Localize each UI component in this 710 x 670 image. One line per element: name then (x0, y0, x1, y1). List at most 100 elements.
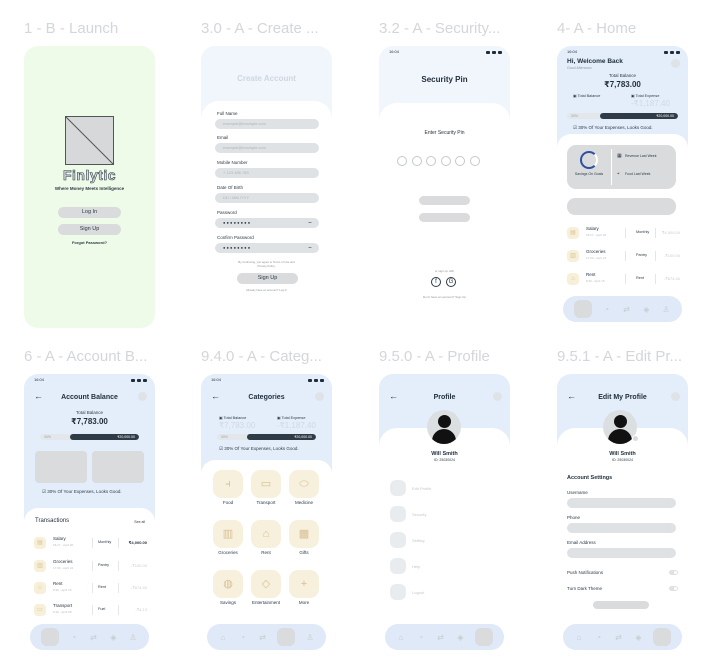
push-notifications-toggle[interactable] (669, 570, 678, 575)
period-tabs[interactable] (567, 198, 676, 215)
nav-analysis-icon[interactable]: ◔ (238, 632, 248, 642)
nav-home-icon[interactable]: ⌂ (218, 632, 228, 642)
nav-transfer-icon[interactable]: ⇄ (257, 632, 267, 642)
nav-transfer-icon[interactable]: ⇄ (613, 632, 623, 642)
notification-bell-icon[interactable] (671, 59, 680, 68)
nav-home-icon[interactable]: ⌂ (396, 632, 406, 642)
edit-profile-icon[interactable] (390, 480, 406, 496)
category-gifts-tile[interactable]: ▩ (289, 520, 319, 548)
see-all-link[interactable]: See all (134, 520, 145, 524)
tx-time: 9:30 - April 08 (53, 610, 72, 614)
nav-analysis-icon[interactable]: ◔ (416, 632, 426, 642)
nav-profile-icon[interactable]: ♙ (128, 632, 138, 642)
phone-input[interactable] (567, 523, 676, 533)
full-name-input[interactable]: example@example.com (215, 119, 319, 129)
category-savings-tile[interactable]: ◍ (213, 570, 243, 598)
menu-security[interactable]: Security (412, 512, 426, 517)
category-entertainment-tile[interactable]: ◇ (251, 570, 281, 598)
email-input[interactable]: example@example.com (215, 143, 319, 153)
logout-icon[interactable] (390, 584, 406, 600)
table-row[interactable]: ⌂ Rent 8:30 - April 15 Rent -₹674.40 (34, 581, 147, 597)
signup-hint-link[interactable]: Don't have an account? Sign Up (379, 295, 510, 299)
launch-screen: Finlytic Where Money Meets Intelligence … (24, 46, 155, 328)
category-more-tile[interactable]: + (289, 570, 319, 598)
notification-bell-icon[interactable] (138, 392, 147, 401)
tx-amount: -₹674.40 (130, 585, 147, 590)
table-row[interactable]: ▥ Groceries 17:00 - April 24 Pantry -₹10… (34, 559, 147, 575)
field-label-confirm-password: Confirm Password (217, 235, 254, 240)
send-again-button[interactable] (419, 213, 470, 222)
table-row[interactable]: ⌂ Rent 8:30 - April 15 Rent -₹674.40 (567, 272, 680, 288)
notification-bell-icon[interactable] (315, 392, 324, 401)
eye-closed-icon[interactable]: ⌣ (308, 218, 312, 228)
rent-icon: ⌂ (567, 273, 579, 285)
income-card[interactable] (35, 451, 87, 483)
account-total-label: Total Balance (75, 410, 104, 415)
frame-title-edit: 9.5.1 - A - Edit Pr... (557, 348, 683, 365)
category-medicine-tile[interactable]: ⬭ (289, 470, 319, 498)
menu-logout[interactable]: Logout (412, 590, 424, 595)
table-row[interactable]: ▤ Salary 18:27 - April 30 Monthly ₹4,000… (567, 226, 680, 242)
nav-profile-icon[interactable] (475, 628, 494, 646)
google-icon[interactable]: G (446, 277, 456, 287)
nav-transfer-icon[interactable]: ⇄ (435, 632, 445, 642)
notification-bell-icon[interactable] (493, 392, 502, 401)
eye-closed-icon[interactable]: ⌣ (308, 243, 312, 253)
confirm-password-input[interactable]: ● ● ● ● ● ● ● ● (215, 243, 319, 253)
cat-expense-note: ☑ 30% Of Your Expenses, Looks Good. (219, 446, 299, 452)
table-row[interactable]: ▭ Transport 9:30 - April 08 Fuel -₹4.13 (34, 603, 147, 619)
category-groceries-label: Groceries (218, 550, 238, 555)
login-hint-link[interactable]: Already have an account? Log In (201, 288, 332, 292)
login-button[interactable]: Log In (58, 207, 121, 218)
dob-input[interactable]: DD / MM /YYY (215, 193, 319, 203)
category-food-tile[interactable]: ⫞ (213, 470, 243, 498)
pin-dots[interactable] (397, 156, 480, 166)
security-icon[interactable] (390, 506, 406, 522)
nav-transfer-icon[interactable]: ⇄ (621, 304, 631, 314)
dark-theme-toggle[interactable] (669, 586, 678, 591)
help-icon[interactable] (390, 558, 406, 574)
update-profile-button[interactable] (593, 601, 649, 609)
table-row[interactable]: ▤ Salary 18:27 - April 30 Monthly ₹4,000… (34, 536, 147, 552)
username-input[interactable] (567, 498, 676, 508)
menu-help[interactable]: Help (412, 564, 420, 569)
savings-goal-card[interactable]: Savings On Goals ▦ Revenue Last Week ⫞ F… (567, 145, 676, 189)
camera-icon[interactable] (632, 435, 639, 442)
password-input[interactable]: ● ● ● ● ● ● ● ● (215, 218, 319, 228)
status-icons (486, 49, 502, 55)
nav-layers-icon[interactable]: ◈ (455, 632, 465, 642)
nav-home-icon[interactable] (40, 628, 59, 646)
category-rent-tile[interactable]: ⌂ (251, 520, 281, 548)
nav-layers-icon[interactable]: ◈ (641, 304, 651, 314)
facebook-icon[interactable]: f (431, 277, 441, 287)
enter-pin-label: Enter Security Pin (424, 130, 465, 136)
category-groceries-tile[interactable]: ▥ (213, 520, 243, 548)
table-row[interactable]: ▥ Groceries 17:00 - April 24 Pantry -₹10… (567, 249, 680, 265)
category-transport-tile[interactable]: ▭ (251, 470, 281, 498)
accept-button[interactable] (419, 196, 470, 205)
email-input[interactable] (567, 548, 676, 558)
nav-home-icon[interactable]: ⌂ (574, 632, 584, 642)
nav-analysis-icon[interactable]: ◔ (69, 632, 79, 642)
nav-layers-icon[interactable]: ◈ (108, 632, 118, 642)
mobile-input[interactable]: + 123 456 789 (215, 168, 319, 178)
menu-edit-profile[interactable]: Edit Profile (412, 486, 431, 491)
nav-profile-icon[interactable] (653, 628, 672, 646)
create-signup-button[interactable]: Sign Up (237, 273, 298, 284)
nav-layers-icon[interactable] (277, 628, 296, 646)
nav-profile-icon[interactable]: ♙ (305, 632, 315, 642)
nav-analysis-icon[interactable]: ◔ (594, 632, 604, 642)
nav-layers-icon[interactable]: ◈ (633, 632, 643, 642)
notification-bell-icon[interactable] (671, 392, 680, 401)
signup-button[interactable]: Sign Up (58, 224, 121, 235)
tx-name: Transport (53, 603, 73, 608)
menu-setting[interactable]: Setting (412, 538, 424, 543)
forgot-password-link[interactable]: Forgot Password? (24, 240, 155, 245)
nav-home-icon[interactable] (573, 300, 592, 318)
nav-analysis-icon[interactable]: ◔ (602, 304, 612, 314)
nav-transfer-icon[interactable]: ⇄ (88, 632, 98, 642)
setting-icon[interactable] (390, 532, 406, 548)
nav-profile-icon[interactable]: ♙ (661, 304, 671, 314)
expense-card[interactable] (92, 451, 144, 483)
status-bar: 16:04 (34, 377, 147, 383)
